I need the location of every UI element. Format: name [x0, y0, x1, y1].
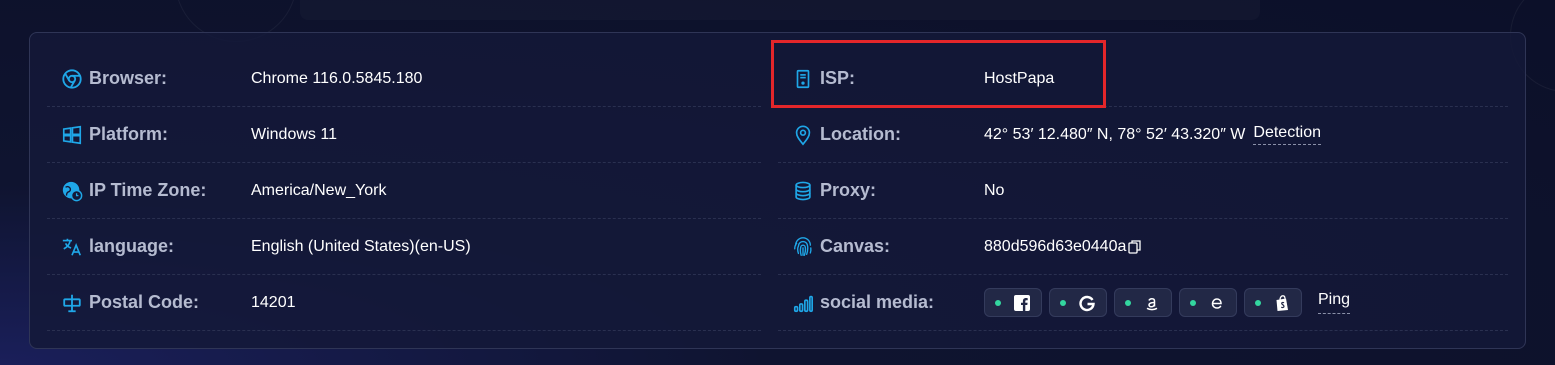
- google-icon: [1078, 294, 1096, 312]
- map-pin-icon: [792, 124, 814, 146]
- social-media-value: Ping: [984, 288, 1351, 317]
- isp-row: ISP: HostPapa: [778, 51, 1508, 107]
- chrome-icon: [61, 68, 83, 90]
- row-label: Platform:: [89, 124, 169, 144]
- platform-value: Windows 11: [251, 125, 337, 143]
- ebay-status[interactable]: [1179, 288, 1237, 317]
- timezone-value: America/New_York: [251, 181, 387, 199]
- amazon-icon: [1143, 294, 1161, 312]
- translate-icon: [61, 236, 83, 258]
- status-dot: [1125, 299, 1131, 306]
- google-status[interactable]: [1049, 288, 1107, 317]
- mailbox-icon: [61, 292, 83, 314]
- ip-info-panel: Browser: Chrome 116.0.5845.180 Platform:…: [29, 32, 1526, 349]
- location-coordinates: 42° 53′ 12.480″ N, 78° 52′ 43.320″ W: [984, 125, 1246, 143]
- status-dot: [995, 299, 1001, 306]
- copy-icon[interactable]: [1128, 239, 1142, 255]
- proxy-value: No: [984, 181, 1005, 199]
- row-label: Postal Code:: [89, 292, 200, 312]
- language-row: language: English (United States)(en-US): [47, 219, 761, 275]
- row-label: Browser:: [89, 68, 168, 88]
- browser-row: Browser: Chrome 116.0.5845.180: [47, 51, 761, 107]
- social-media-list: [984, 288, 1302, 317]
- windows-icon: [61, 124, 83, 146]
- language-value: English (United States)(en-US): [251, 237, 471, 255]
- shopify-icon: [1273, 294, 1291, 312]
- canvas-value: 880d596d63e0440a: [984, 238, 1142, 256]
- detection-link[interactable]: Detection: [1253, 124, 1321, 145]
- location-value: 42° 53′ 12.480″ N, 78° 52′ 43.320″ W Det…: [984, 124, 1321, 145]
- amazon-status[interactable]: [1114, 288, 1172, 317]
- globe-clock-icon: [61, 180, 83, 202]
- database-icon: [792, 180, 814, 202]
- row-label: IP Time Zone:: [89, 180, 207, 200]
- proxy-row: Proxy: No: [778, 163, 1508, 219]
- row-label: language:: [89, 236, 175, 256]
- postal-code-row: Postal Code: 14201: [47, 275, 761, 331]
- row-label: Proxy:: [820, 180, 877, 200]
- row-label: social media:: [820, 292, 935, 312]
- canvas-row: Canvas: 880d596d63e0440a: [778, 219, 1508, 275]
- signal-bars-icon: [792, 292, 814, 314]
- facebook-status[interactable]: [984, 288, 1042, 317]
- background-decoration: [300, 0, 1260, 20]
- row-label: ISP:: [820, 68, 856, 88]
- status-dot: [1060, 299, 1066, 306]
- isp-value: HostPapa: [984, 69, 1055, 87]
- ebay-icon: [1208, 294, 1226, 312]
- location-row: Location: 42° 53′ 12.480″ N, 78° 52′ 43.…: [778, 107, 1508, 163]
- row-label: Location:: [820, 124, 901, 144]
- ping-link[interactable]: Ping: [1318, 291, 1351, 314]
- browser-value: Chrome 116.0.5845.180: [251, 69, 423, 87]
- status-dot: [1255, 299, 1261, 306]
- social-media-row: social media: Ping: [778, 275, 1508, 331]
- shopify-status[interactable]: [1244, 288, 1302, 317]
- postal-code-value: 14201: [251, 293, 296, 311]
- platform-row: Platform: Windows 11: [47, 107, 761, 163]
- row-label: Canvas:: [820, 236, 891, 256]
- timezone-row: IP Time Zone: America/New_York: [47, 163, 761, 219]
- fingerprint-icon: [792, 236, 814, 258]
- facebook-icon: [1013, 294, 1031, 312]
- server-icon: [792, 68, 814, 90]
- status-dot: [1190, 299, 1196, 306]
- canvas-hash: 880d596d63e0440a: [984, 237, 1127, 255]
